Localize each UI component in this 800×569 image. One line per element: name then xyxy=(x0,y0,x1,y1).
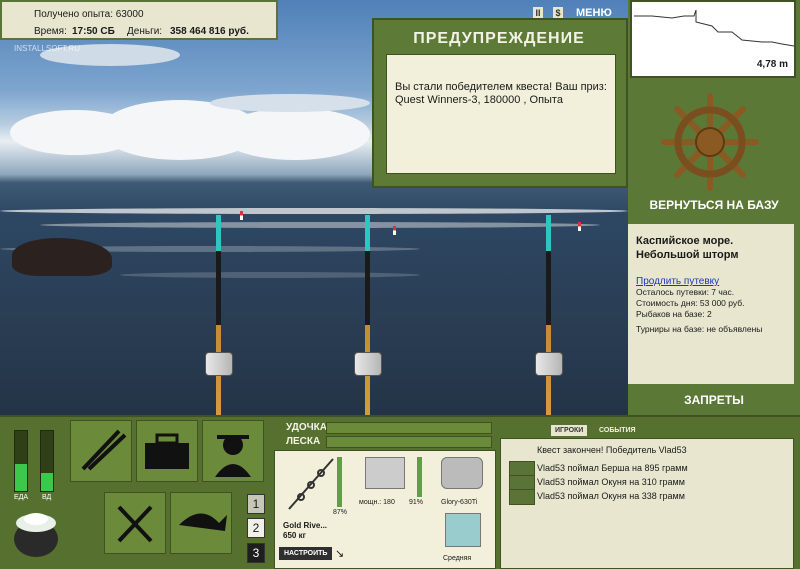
lure-label: Средняя xyxy=(443,555,472,562)
reel-power: мощн.: 180 xyxy=(359,499,395,506)
extend-permit-link[interactable]: Продлить путевку xyxy=(636,276,786,287)
wave xyxy=(40,222,600,228)
ship-wheel-icon[interactable] xyxy=(660,92,760,192)
warning-title: ПРЕДУПРЕЖДЕНИЕ xyxy=(413,30,585,47)
cloud xyxy=(210,94,370,112)
depth-value: 4,78 m xyxy=(756,59,788,70)
slot-3[interactable]: 3 xyxy=(247,543,265,563)
reel-3[interactable] xyxy=(535,352,563,376)
money-label: Деньги: xyxy=(127,26,163,37)
fishers-count: Рыбаков на базе: 2 xyxy=(636,309,712,319)
slot-1[interactable]: 1 xyxy=(247,494,265,514)
event-row: Vlad53 поймал Берша на 895 грамм xyxy=(537,463,688,473)
reel-item-icon[interactable] xyxy=(365,457,405,489)
fishing-rod-3[interactable] xyxy=(546,215,551,415)
rod-tool-tile[interactable] xyxy=(70,420,132,482)
tab-players[interactable]: ИГРОКИ xyxy=(551,425,588,436)
slot-2[interactable]: 2 xyxy=(247,518,265,538)
fish-tile[interactable] xyxy=(170,492,232,554)
permit-remaining: Осталось путевки: 7 час. xyxy=(636,287,735,297)
location-name: Каспийское море. xyxy=(636,235,734,247)
wave xyxy=(0,208,628,214)
tab-events[interactable]: СОБЫТИЯ xyxy=(595,425,640,436)
exp-label: Получено опыта: 63000 xyxy=(34,9,144,20)
line-item-icon[interactable] xyxy=(441,457,483,489)
fishing-rod-2[interactable] xyxy=(365,215,370,415)
cloud xyxy=(220,108,370,160)
food-meter-fill xyxy=(15,464,27,491)
line-bar-label: ЛЕСКА xyxy=(286,436,321,447)
depth-minimap[interactable]: 4,78 m xyxy=(630,0,796,78)
expand-arrow-icon[interactable]: ↘ xyxy=(335,547,344,560)
reel-durability-bar xyxy=(417,457,422,497)
line-bar xyxy=(326,436,492,448)
float xyxy=(578,222,581,231)
fisherman-tile[interactable] xyxy=(202,420,264,482)
rod-durability-bar xyxy=(337,457,342,507)
time-label: Время: xyxy=(34,26,67,37)
status-panel: Получено опыта: 63000 Время: 17:50 СБ Де… xyxy=(0,0,278,40)
day-cost: Стоимость дня: 53 000 руб. xyxy=(636,298,745,308)
float xyxy=(240,211,243,220)
event-row: Vlad53 поймал Окуня на 310 грамм xyxy=(537,477,685,487)
vd-label: ВД xyxy=(42,494,52,501)
reel-1[interactable] xyxy=(205,352,233,376)
rock xyxy=(12,238,112,276)
location-info: Каспийское море. Небольшой шторм Продлит… xyxy=(628,224,794,384)
float xyxy=(393,226,396,235)
event-row: Vlad53 поймал Окуня на 338 грамм xyxy=(537,491,685,501)
warning-message: Вы стали победителем квеста! Ваш приз: Q… xyxy=(386,54,616,174)
tackle-box-icon xyxy=(145,433,189,469)
vd-meter-fill xyxy=(41,473,53,491)
return-to-base-button[interactable]: ВЕРНУТЬСЯ НА БАЗУ xyxy=(628,198,800,216)
rod-item-icon[interactable] xyxy=(285,455,337,515)
lure-item-icon[interactable] xyxy=(445,513,481,547)
rods-icon xyxy=(81,429,127,471)
tackle-box-tile[interactable] xyxy=(136,420,198,482)
time-value: 17:50 СБ xyxy=(72,26,115,37)
reel-2[interactable] xyxy=(354,352,382,376)
food-label: ЕДА xyxy=(14,494,29,501)
rod-name: Gold Rive... xyxy=(283,521,328,530)
fishing-rod-1[interactable] xyxy=(216,215,221,415)
watermark: INSTALLSOFT.RU xyxy=(14,44,81,53)
fish-event-icon xyxy=(509,489,535,505)
fork-knife-icon xyxy=(117,505,153,543)
warning-dialog: ПРЕДУПРЕЖДЕНИЕ Вы стали победителем квес… xyxy=(372,18,628,188)
event-row: Квест закончен! Победитель Vlad53 xyxy=(537,445,687,455)
line-name: Glory-630Ti xyxy=(441,499,478,506)
rod-bar xyxy=(326,422,492,434)
rod-capacity: 650 кг xyxy=(283,531,306,540)
tournaments: Турниры на базе: не объявлены xyxy=(636,324,763,334)
fisherman-icon xyxy=(215,435,251,477)
money-value: 358 464 816 руб. xyxy=(170,26,249,37)
weather: Небольшой шторм xyxy=(636,249,739,261)
food-tile[interactable] xyxy=(104,492,166,554)
food-meter xyxy=(14,430,28,492)
wave xyxy=(120,272,420,278)
food-pot-icon[interactable] xyxy=(8,505,64,561)
bans-button[interactable]: ЗАПРЕТЫ xyxy=(628,393,800,407)
gear-panel: 87% Gold Rive... 650 кг НАСТРОИТЬ ↘ мощн… xyxy=(274,450,496,569)
reel-percent: 91% xyxy=(409,499,424,506)
setup-button[interactable]: НАСТРОИТЬ xyxy=(279,547,333,560)
vd-meter xyxy=(40,430,54,492)
rod-percent: 87% xyxy=(333,509,348,516)
events-panel: ИГРОКИ СОБЫТИЯ Квест закончен! Победител… xyxy=(500,425,794,569)
rod-bar-label: УДОЧКА xyxy=(286,422,327,433)
fish-icon xyxy=(179,513,227,531)
